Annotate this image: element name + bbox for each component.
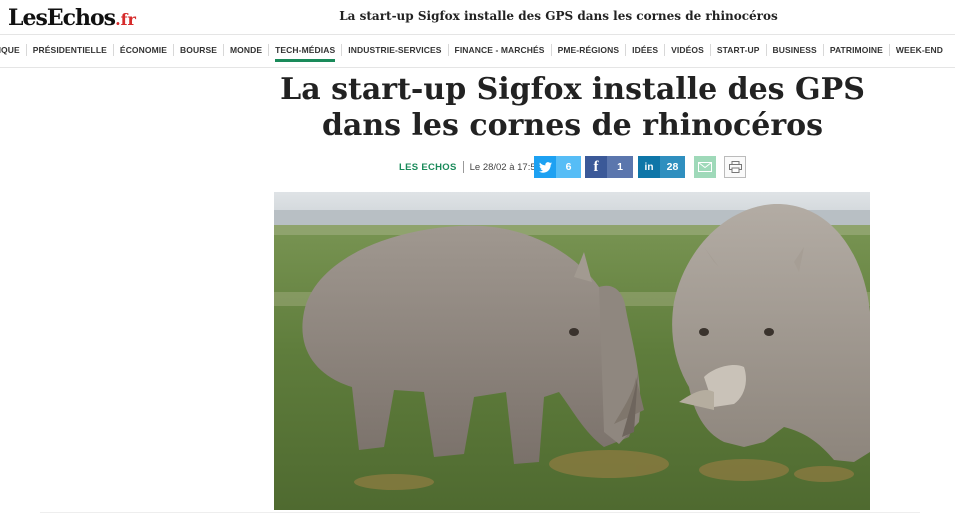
nav-item-monde[interactable]: MONDE <box>222 44 268 56</box>
top-article-title: La start-up Sigfox installe des GPS dans… <box>339 9 778 23</box>
print-button[interactable] <box>724 156 746 178</box>
nav-item-business[interactable]: BUSINESS <box>765 44 823 56</box>
article-date: Le 28/02 à 17:50 <box>469 161 541 173</box>
twitter-icon <box>534 156 556 178</box>
site-logo[interactable]: LesEchos.fr <box>8 6 136 32</box>
nav-item-conomie[interactable]: ÉCONOMIE <box>112 44 173 56</box>
logo-main: LesEchos <box>8 5 116 31</box>
nav-item-politique[interactable]: POLITIQUE <box>0 44 26 56</box>
meta-separator <box>462 161 464 173</box>
top-bar: LesEchos.fr La start-up Sigfox installe … <box>0 0 955 35</box>
nav-item-pme-r-gions[interactable]: PME-RÉGIONS <box>550 44 626 56</box>
divider <box>40 512 920 513</box>
twitter-share-button[interactable]: 6 <box>534 156 581 178</box>
facebook-count: 1 <box>607 156 633 178</box>
twitter-count: 6 <box>556 156 581 178</box>
nav-item-pr-sidentielle[interactable]: PRÉSIDENTIELLE <box>25 44 113 56</box>
print-icon <box>728 161 742 173</box>
nav-item-bourse[interactable]: BOURSE <box>173 44 223 56</box>
nav-item-industrie-services[interactable]: INDUSTRIE-SERVICES <box>341 44 447 56</box>
mail-share-button[interactable] <box>694 156 716 178</box>
article-headline: La start-up Sigfox installe des GPS dans… <box>280 72 865 143</box>
main-nav: POLITIQUEPRÉSIDENTIELLEÉCONOMIEBOURSEMON… <box>0 35 955 68</box>
mail-icon <box>698 162 712 172</box>
nav-item-tech-m-dias[interactable]: TECH-MÉDIAS <box>268 44 341 62</box>
linkedin-share-button[interactable]: in 28 <box>638 156 685 178</box>
nav-item-id-es[interactable]: IDÉES <box>625 44 664 56</box>
article-meta: LES ECHOS Le 28/02 à 17:50 <box>399 156 541 178</box>
linkedin-count: 28 <box>660 156 685 178</box>
nav-item-finance-march-s[interactable]: FINANCE - MARCHÉS <box>447 44 551 56</box>
article-source[interactable]: LES ECHOS <box>399 162 457 173</box>
logo-suffix: .fr <box>115 10 136 29</box>
article-photo <box>274 192 870 510</box>
nav-list: POLITIQUEPRÉSIDENTIELLEÉCONOMIEBOURSEMON… <box>0 44 949 62</box>
nav-item-week-end[interactable]: WEEK-END <box>888 44 949 56</box>
linkedin-icon: in <box>638 156 660 178</box>
nav-item-start-up[interactable]: START-UP <box>709 44 766 56</box>
nav-item-patrimoine[interactable]: PATRIMOINE <box>822 44 889 56</box>
nav-item-vid-os[interactable]: VIDÉOS <box>664 44 710 56</box>
facebook-icon: f <box>585 156 607 178</box>
facebook-share-button[interactable]: f 1 <box>585 156 633 178</box>
